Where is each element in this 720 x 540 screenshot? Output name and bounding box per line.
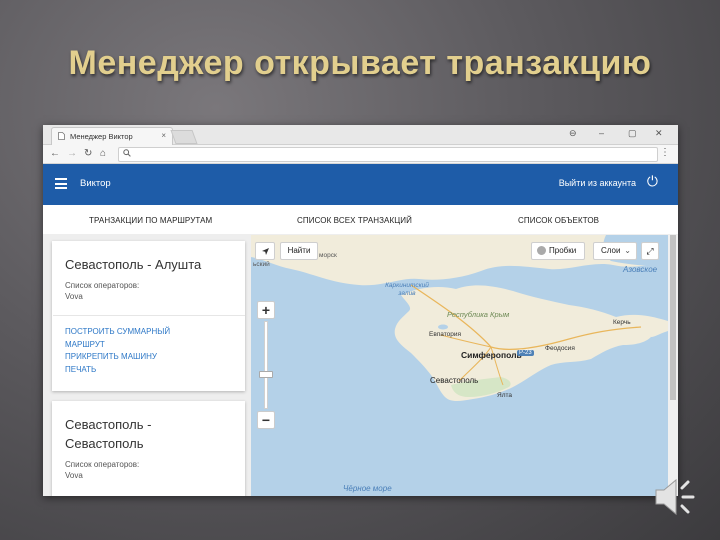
map-label-simferopol: Симферополь — [461, 350, 522, 360]
home-icon[interactable]: ⌂ — [100, 148, 106, 160]
map-label-yalta: Ялта — [497, 392, 513, 399]
new-tab-button[interactable] — [170, 130, 198, 144]
zoom-slider-track[interactable] — [264, 321, 268, 409]
zoom-in-button[interactable]: + — [257, 301, 275, 319]
browser-window: Менеджер Виктор × ⊖ – ▢ ✕ ← → ↻ ⌂ ⋮ Викт… — [43, 125, 678, 496]
url-input[interactable] — [118, 147, 658, 162]
forward-icon[interactable]: → — [67, 148, 77, 160]
slide-title: Менеджер открывает транзакцию — [68, 44, 652, 82]
route-title-line2: Севастополь — [65, 436, 144, 451]
geolocation-button[interactable] — [255, 242, 275, 260]
tab-title: Менеджер Виктор — [70, 132, 133, 141]
map-label-west: ьский — [253, 261, 270, 268]
layers-button[interactable]: Слои ⌄ — [593, 242, 637, 260]
zoom-out-button[interactable]: − — [257, 411, 275, 429]
browser-tab[interactable]: Менеджер Виктор × — [51, 127, 173, 145]
power-icon[interactable]: ⏻ — [647, 173, 658, 190]
scrollbar-thumb[interactable] — [670, 235, 676, 400]
operator-name: Vova — [65, 471, 83, 480]
map-label-karkinit: Каркинитский залив — [385, 282, 429, 297]
find-button[interactable]: Найти — [280, 242, 318, 260]
crimea-map — [251, 235, 668, 496]
back-icon[interactable]: ← — [50, 148, 60, 160]
traffic-light-icon — [537, 246, 546, 255]
route-title: Севастополь - Алушта — [65, 257, 202, 272]
minimize-button[interactable]: – — [599, 128, 604, 138]
route-list: Севастополь - Алушта Список операторов: … — [43, 235, 251, 496]
page-icon — [58, 131, 65, 142]
search-icon — [123, 149, 131, 159]
map-label-black-sea: Чёрное море — [343, 484, 392, 493]
map-label-feodosia: Феодосия — [545, 345, 575, 352]
operator-name: Vova — [65, 292, 83, 301]
build-route-link-cont[interactable]: МАРШРУТ — [65, 339, 233, 352]
close-window-button[interactable]: ✕ — [655, 128, 663, 139]
map-view[interactable]: ьский морск Азовское Каркинитский залив … — [251, 235, 668, 496]
build-route-link[interactable]: ПОСТРОИТЬ СУММАРНЫЙ — [65, 326, 233, 339]
map-label-evpatoria: Евпатория — [429, 331, 462, 338]
map-label-republic: Республика Крым — [447, 310, 510, 319]
print-link[interactable]: ПЕЧАТЬ — [65, 364, 233, 377]
account-icon[interactable]: ⊖ — [569, 128, 577, 139]
app-header: Виктор Выйти из аккаунта ⏻ — [43, 164, 678, 205]
tab-objects[interactable]: СПИСОК ОБЪЕКТОВ — [518, 216, 599, 225]
user-name: Виктор — [80, 178, 111, 189]
layers-label: Слои — [601, 246, 621, 255]
traffic-button[interactable]: Пробки — [531, 242, 585, 260]
content-area: Севастополь - Алушта Список операторов: … — [43, 235, 678, 496]
tab-all-transactions[interactable]: СПИСОК ВСЕХ ТРАНЗАКЦИЙ — [297, 216, 412, 225]
maximize-button[interactable]: ▢ — [628, 128, 637, 139]
speaker-icon[interactable] — [652, 474, 706, 520]
main-tabs: ТРАНЗАКЦИИ ПО МАРШРУТАМ СПИСОК ВСЕХ ТРАН… — [43, 205, 678, 235]
hamburger-menu-icon[interactable] — [55, 178, 67, 192]
traffic-label: Пробки — [549, 246, 577, 255]
route-card: Севастополь - Алушта Список операторов: … — [52, 241, 245, 391]
browser-tab-bar: Менеджер Виктор × ⊖ – ▢ ✕ — [43, 125, 678, 145]
operators-label: Список операторов: — [65, 281, 140, 290]
page-scrollbar[interactable] — [668, 235, 678, 496]
map-label-kerch: Керчь — [613, 319, 631, 326]
attach-car-link[interactable]: ПРИКРЕПИТЬ МАШИНУ — [65, 351, 233, 364]
route-title-line1: Севастополь - — [65, 417, 152, 432]
map-label-sevastopol: Севастополь — [430, 376, 479, 385]
zoom-slider-handle[interactable] — [259, 371, 273, 378]
navigation-arrow-icon — [261, 248, 269, 255]
expand-icon: ⤢ — [646, 246, 654, 256]
fullscreen-button[interactable]: ⤢ — [641, 242, 659, 260]
logout-button[interactable]: Выйти из аккаунта — [559, 178, 636, 188]
reload-icon[interactable]: ↻ — [84, 148, 92, 160]
tab-close-icon[interactable]: × — [161, 131, 166, 140]
map-label-sea-fragment: морск — [319, 252, 337, 259]
address-bar-row: ← → ↻ ⌂ ⋮ — [43, 145, 678, 164]
tab-routes-transactions[interactable]: ТРАНЗАКЦИИ ПО МАРШРУТАМ — [89, 216, 212, 225]
chevron-down-icon: ⌄ — [624, 246, 631, 255]
map-label-azov: Азовское — [623, 265, 658, 274]
road-badge: Р-23 — [517, 350, 534, 356]
browser-menu-icon[interactable]: ⋮ — [660, 147, 670, 158]
operators-label: Список операторов: — [65, 460, 140, 469]
route-card: Севастополь - Севастополь Список операто… — [52, 401, 245, 496]
